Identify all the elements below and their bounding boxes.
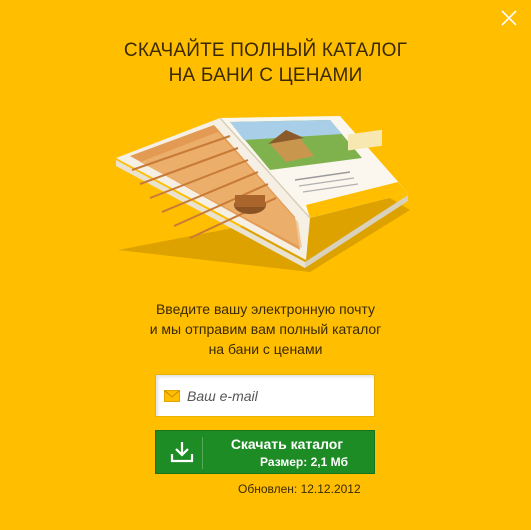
email-field[interactable] [155, 374, 375, 417]
download-catalog-button[interactable]: Скачать каталог Размер: 2,1 Мб [155, 430, 375, 474]
button-divider [202, 437, 203, 469]
file-size-label: Размер: 2,1 Мб [260, 455, 348, 469]
download-icon [170, 440, 194, 469]
envelope-icon [164, 389, 180, 407]
description-line-3: на бани с ценами [208, 341, 323, 357]
title-line-1: Скачайте полный каталог [123, 40, 408, 61]
description-line-2: и мы отправим вам полный каталог [149, 321, 382, 337]
catalog-image [110, 100, 420, 290]
description-line-1: Введите вашу электронную почту [155, 301, 376, 317]
download-button-label: Скачать каталог [230, 436, 344, 452]
title-line-2: на бани с ценами [168, 65, 363, 86]
updated-date: Обновлен: 12.12.2012 [238, 482, 361, 496]
close-icon[interactable] [499, 8, 519, 28]
dialog-title: Скачайте полный каталог на бани с ценами [0, 38, 531, 88]
email-input[interactable] [187, 375, 367, 416]
description: Введите вашу электронную почту и мы отпр… [0, 299, 531, 359]
